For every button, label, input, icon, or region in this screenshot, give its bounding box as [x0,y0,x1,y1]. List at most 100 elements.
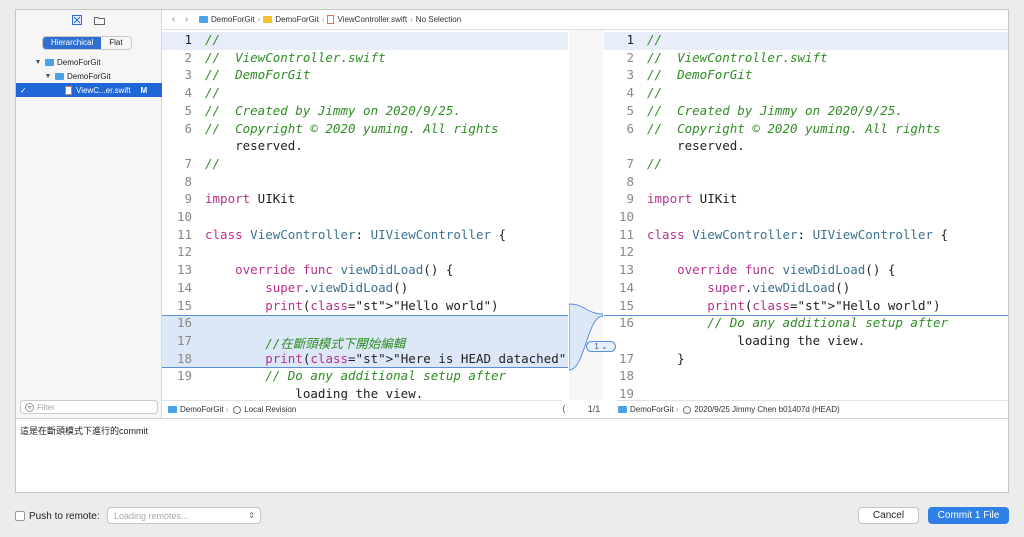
code-line[interactable]: import UIKit [205,191,295,206]
remote-select[interactable]: Loading remotes... ⇕ [107,507,261,524]
commit-button[interactable]: Commit 1 File [928,507,1009,524]
tree-group[interactable]: ▼ DemoForGit [16,69,162,83]
modified-status-badge: M [140,85,148,95]
disclosure-triangle-icon[interactable]: ▼ [34,59,42,66]
right-footer-project[interactable]: DemoForGit [630,405,674,414]
forward-arrow-icon[interactable]: › [180,14,193,25]
disclosure-triangle-icon[interactable]: ▼ [44,73,52,80]
code-line[interactable]: class ViewController: UIViewController { [647,227,948,242]
change-counter: 1/1 [587,404,601,414]
flat-tab[interactable]: Flat [101,37,130,49]
code-line[interactable]: // [647,85,662,100]
divider [16,418,1008,419]
jump-bar: ‹ › DemoForGit › DemoForGit › ViewContro… [162,10,1008,30]
back-arrow-icon[interactable]: ‹ [167,14,180,25]
code-line[interactable]: // ViewController.swift [205,50,386,65]
code-line[interactable]: override func viewDidLoad() { [647,262,895,277]
code-line[interactable]: // [647,32,662,47]
code-line[interactable]: loading the view. [647,333,865,348]
breadcrumb-file-label: ViewController.swift [337,15,408,24]
code-line[interactable]: // [205,156,220,171]
source-control-icon[interactable] [72,15,82,25]
filter-field[interactable]: Filter [20,400,158,414]
code-line[interactable]: reserved. [205,138,303,153]
code-line[interactable]: // ViewController.swift [647,50,828,65]
line-number: 17 [618,350,634,366]
current-line-highlight [604,32,1008,50]
include-checkbox[interactable]: ✓ [20,86,29,95]
code-line[interactable]: import UIKit [647,191,737,206]
source-control-commit-window: Hierarchical Flat ▼ DemoForGit ▼ DemoFor… [15,9,1009,493]
code-line[interactable]: super.viewDidLoad() [647,280,850,295]
tree-root-label: DemoForGit [57,57,101,67]
code-line[interactable]: override func viewDidLoad() { [205,262,453,277]
project-icon [199,16,208,23]
code-line[interactable]: class ViewController: UIViewController { [205,227,506,242]
code-line[interactable]: print(class="st">"Hello world") [647,298,940,313]
clock-icon [233,405,242,414]
line-number: 18 [618,368,634,384]
breadcrumb-project[interactable]: DemoForGit [199,15,255,24]
line-number: 4 [626,85,634,101]
line-number: 14 [618,279,634,295]
chevron-right-icon: › [321,15,325,24]
code-line[interactable]: print(class="st">"Hello world") [205,298,498,313]
breadcrumb-selection[interactable]: No Selection [416,15,461,24]
code-line[interactable]: reserved. [647,138,745,153]
code-line[interactable]: // Copyright © 2020 yuming. All rights [647,121,941,136]
line-number: 8 [184,173,192,189]
line-number: 7 [184,155,192,171]
view-mode-segmented-control[interactable]: Hierarchical Flat [42,36,132,50]
code-line[interactable]: loading the view. [205,386,423,400]
code-line[interactable]: print(class="st">"Here is HEAD datached"… [205,351,568,366]
tree-root-project[interactable]: ▼ DemoForGit [16,55,162,69]
line-number: 10 [618,209,634,224]
code-line[interactable]: // Do any additional setup after [647,315,948,330]
code-line[interactable]: // Created by Jimmy on 2020/9/25. [205,103,461,118]
right-footer-revision[interactable]: 2020/9/25 Jimmy Chen b01407d (HEAD) [694,405,839,414]
current-line-highlight [162,32,568,50]
code-line[interactable]: // DemoForGit [647,67,752,82]
previous-change-button[interactable]: ⟨ [562,404,566,415]
line-number: 9 [184,191,192,207]
tree-group-label: DemoForGit [67,71,111,81]
code-line[interactable]: // [205,32,220,47]
tree-file-selected[interactable]: ✓ ViewC...er.swift M [16,83,162,97]
line-number: 15 [618,297,634,313]
left-footer-project[interactable]: DemoForGit [180,405,224,414]
code-line[interactable]: // Copyright © 2020 yuming. All rights [205,121,499,136]
breadcrumb-file[interactable]: ViewController.swift [327,15,407,24]
hierarchical-tab[interactable]: Hierarchical [43,37,102,49]
line-number: 17 [176,332,192,348]
line-number: 9 [626,191,634,207]
code-line[interactable]: //在斷頭模式下開始編輯 [205,333,405,352]
project-icon [618,406,627,413]
code-line[interactable]: // Do any additional setup after [205,368,506,383]
project-icon [45,58,54,66]
cancel-button[interactable]: Cancel [858,507,919,524]
code-line[interactable]: } [647,351,685,366]
folder-icon[interactable] [94,16,105,25]
code-line[interactable]: super.viewDidLoad() [205,280,408,295]
line-number: 19 [176,368,192,384]
line-number: 7 [626,155,634,171]
push-checkbox[interactable] [15,511,25,521]
change-count-badge[interactable]: 1 ⌄ [586,341,616,352]
line-number: 3 [184,67,192,83]
code-line[interactable]: // [647,156,662,171]
code-line[interactable]: // DemoForGit [205,67,310,82]
code-line[interactable]: // Created by Jimmy on 2020/9/25. [647,103,903,118]
chevron-right-icon: › [410,15,413,24]
left-code-pane[interactable]: 1 // 2 // ViewController.swift 3 // DemoForGi… [162,30,568,400]
navigator-toolbar [16,10,161,30]
right-code-pane[interactable]: 1 // 2 // ViewController.swift 3 // DemoForGi… [604,30,1008,400]
line-number: 1 [626,32,634,47]
code-line[interactable]: // [205,85,220,100]
breadcrumb-group[interactable]: DemoForGit [263,15,319,24]
push-to-remote-option[interactable]: Push to remote: [15,507,100,525]
swift-file-icon [327,15,335,24]
left-footer-revision[interactable]: Local Revision [244,405,296,414]
right-pane-footer: DemoForGit › 2020/9/25 Jimmy Chen b01407… [616,400,1008,418]
clock-icon [683,405,692,414]
tree-file-label: ViewC...er.swift [76,85,131,95]
